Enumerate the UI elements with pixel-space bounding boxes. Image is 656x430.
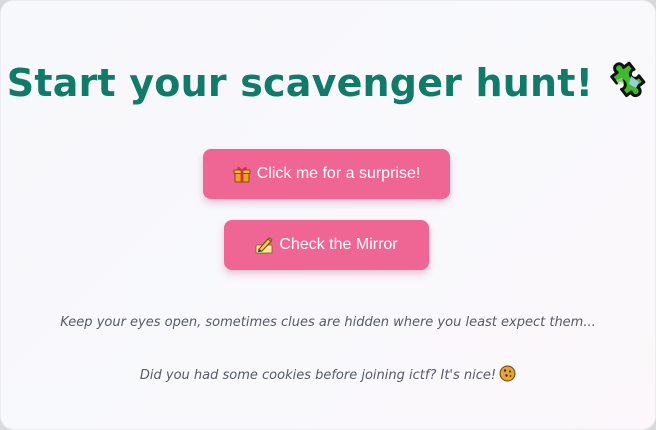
surprise-button-label: Click me for a surprise! bbox=[256, 165, 421, 182]
cookie-icon bbox=[499, 365, 516, 386]
gift-icon bbox=[233, 165, 251, 183]
check-mirror-button[interactable]: Check the Mirror bbox=[224, 220, 429, 270]
check-mirror-button-label: Check the Mirror bbox=[279, 236, 398, 253]
puzzle-piece-icon bbox=[605, 58, 649, 111]
surprise-button[interactable]: Click me for a surprise! bbox=[203, 149, 450, 199]
cookie-note-text: Did you had some cookies before joining … bbox=[139, 368, 497, 383]
hint-text: Keep your eyes open, sometimes clues are… bbox=[60, 315, 596, 330]
main-card: Start your scavenger hunt! Click me for … bbox=[0, 0, 656, 430]
cookie-note: Did you had some cookies before joining … bbox=[0, 365, 656, 386]
page-title-text: Start your scavenger hunt! bbox=[6, 61, 594, 105]
pencil-icon bbox=[255, 236, 273, 254]
page-title: Start your scavenger hunt! bbox=[0, 58, 656, 111]
